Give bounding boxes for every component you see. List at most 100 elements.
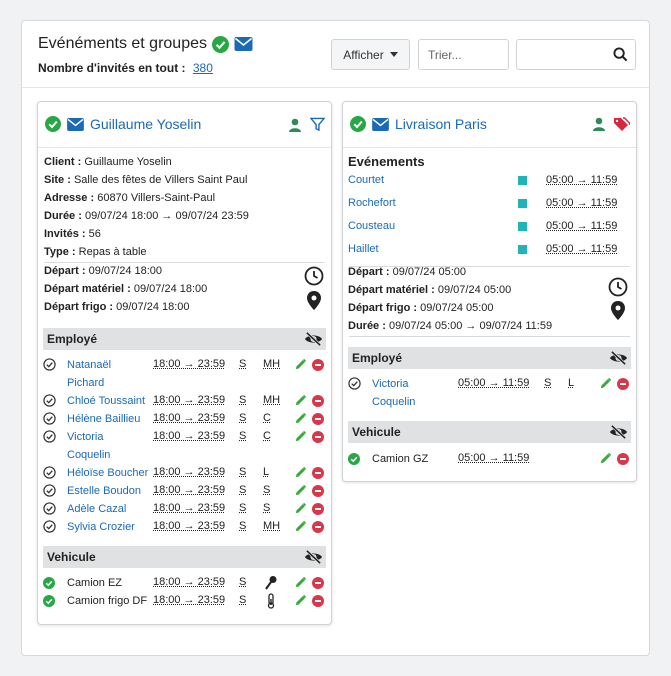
employee-role: L [263,466,270,478]
clock-icon[interactable] [304,266,324,286]
mail-icon[interactable] [372,118,389,131]
guest-count-link[interactable]: 380 [193,61,213,75]
employee-name[interactable]: Adèle Cazal [67,500,126,518]
employee-row: Natanaël Pichard 18:00 → 23:59 S MH [38,356,331,392]
info-duration: Durée : 09/07/24 18:00 → 09/07/24 23:59 [44,210,249,222]
remove-icon[interactable] [312,485,324,497]
card-title-link[interactable]: Guillaume Yoselin [90,116,201,132]
info-address: Adresse : 60870 Villers-Saint-Paul [44,192,216,204]
check-circle-icon[interactable] [43,595,55,607]
caret-down-icon [389,52,398,57]
remove-icon[interactable] [312,521,324,533]
map-marker-icon[interactable] [307,291,321,310]
pencil-icon[interactable] [294,412,307,425]
search-icon[interactable] [613,47,628,62]
employee-name[interactable]: Estelle Boudon [67,482,141,500]
eye-slash-icon[interactable] [609,424,628,440]
check-circle-outline-icon[interactable] [43,412,56,425]
employee-name[interactable]: Hélène Baillieu [67,410,140,428]
mail-icon[interactable] [67,118,84,131]
check-circle-outline-icon[interactable] [43,430,56,443]
info-client: Client : Guillaume Yoselin [44,156,172,168]
event-card-livraison-paris: Livraison Paris Evénements Courtet 05:00 … [342,101,637,482]
guest-count-label: Nombre d'invités en tout : [38,61,186,75]
remove-icon[interactable] [312,359,324,371]
employee-name[interactable]: Victoria Coquelin [372,375,415,411]
employee-time: 18:00 → 23:59 [153,484,226,496]
pencil-icon[interactable] [294,520,307,533]
event-link[interactable]: Cousteau [348,220,395,232]
info-duration: Durée : 09/07/24 05:00 → 09/07/24 11:59 [348,320,553,332]
pencil-icon[interactable] [294,502,307,515]
section-title: Employé [352,351,403,365]
event-link[interactable]: Rochefort [348,197,396,209]
employee-name[interactable]: Chloé Toussaint [67,392,145,410]
remove-icon[interactable] [312,503,324,515]
employee-name[interactable]: Victoria Coquelin [67,428,110,464]
eye-slash-icon[interactable] [304,549,323,565]
filter-icon[interactable] [310,117,325,132]
user-icon[interactable] [592,117,606,131]
clock-icon[interactable] [608,277,628,297]
afficher-dropdown-button[interactable]: Afficher [331,39,410,70]
remove-icon[interactable] [312,413,324,425]
employee-role: C [263,430,271,442]
divider [349,336,630,337]
remove-icon[interactable] [617,378,629,390]
check-circle-outline-icon[interactable] [43,502,56,515]
remove-icon[interactable] [312,577,324,589]
check-circle-outline-icon[interactable] [43,358,56,371]
pencil-icon[interactable] [294,466,307,479]
check-circle-outline-icon[interactable] [43,394,56,407]
search-input[interactable] [516,39,636,70]
sort-input[interactable]: Trier... [418,39,509,70]
check-circle-outline-icon[interactable] [43,466,56,479]
check-circle-icon[interactable] [43,577,55,589]
remove-icon[interactable] [312,467,324,479]
vehicle-name: Camion frigo DF [67,595,148,607]
mail-icon[interactable] [234,37,253,51]
employe-section-header: Employé [348,347,631,369]
employee-name[interactable]: Sylvia Crozier [67,518,135,536]
remove-icon[interactable] [312,595,324,607]
user-icon[interactable] [288,118,302,132]
employee-status: S [239,412,247,424]
info-depart-frigo: Départ frigo : 09/07/24 05:00 [348,302,494,314]
employee-time: 18:00 → 23:59 [153,358,226,370]
remove-icon[interactable] [312,395,324,407]
event-link[interactable]: Courtet [348,174,384,186]
pencil-icon[interactable] [294,594,307,607]
employee-time: 05:00 → 11:59 [458,377,530,389]
vehicle-time: 05:00 → 11:59 [458,452,530,464]
events-groups-panel: Evénéments et groupes Nombre d'invités e… [21,20,650,656]
pencil-icon[interactable] [294,484,307,497]
pencil-icon[interactable] [599,377,612,390]
pencil-icon[interactable] [294,576,307,589]
check-circle-outline-icon[interactable] [43,520,56,533]
pencil-icon[interactable] [599,452,612,465]
tags-icon[interactable] [614,117,630,131]
vehicule-section-header: Vehicule [348,421,631,443]
employee-row: Victoria Coquelin 18:00 → 23:59 S C [38,428,331,464]
employee-role: MH [263,358,281,370]
employe-section-header: Employé [43,328,326,350]
employee-name[interactable]: Héloïse Boucher [67,464,148,482]
employee-name[interactable]: Natanaël Pichard [67,356,111,392]
pencil-icon[interactable] [294,394,307,407]
remove-icon[interactable] [617,453,629,465]
employee-row: Chloé Toussaint 18:00 → 23:59 S MH [38,392,331,410]
employee-time: 18:00 → 23:59 [153,466,226,478]
check-circle-outline-icon[interactable] [43,484,56,497]
pencil-icon[interactable] [294,430,307,443]
pencil-icon[interactable] [294,358,307,371]
eye-slash-icon[interactable] [304,331,323,347]
vehicle-row: Camion frigo DF 18:00 → 23:59 S [38,592,331,610]
check-circle-outline-icon[interactable] [348,377,361,390]
eye-slash-icon[interactable] [609,350,628,366]
card-title-link[interactable]: Livraison Paris [395,116,487,132]
event-link[interactable]: Haillet [348,243,379,255]
remove-icon[interactable] [312,431,324,443]
divider [44,262,325,263]
check-circle-icon[interactable] [348,453,360,465]
map-marker-icon[interactable] [611,301,625,320]
